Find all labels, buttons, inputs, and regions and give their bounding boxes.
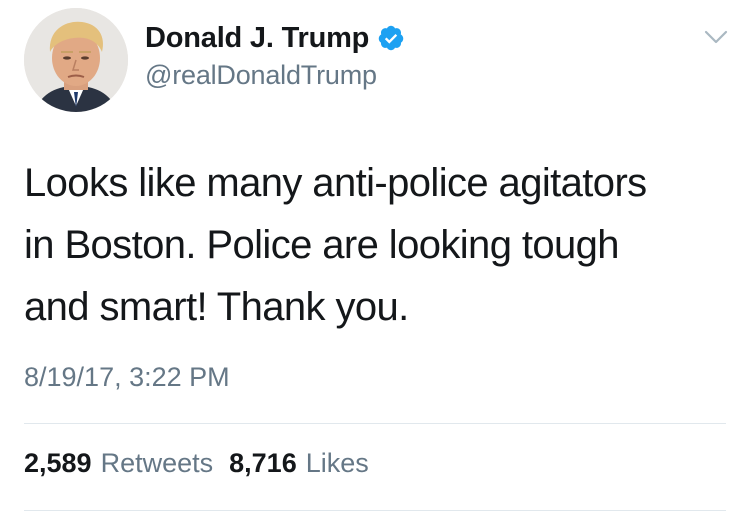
retweets-count: 2,589 bbox=[24, 448, 92, 478]
handle[interactable]: @realDonaldTrump bbox=[145, 60, 405, 91]
retweets-label: Retweets bbox=[100, 448, 214, 478]
tweet-header: Donald J. Trump @realDonaldTrump bbox=[145, 18, 405, 91]
verified-badge-icon bbox=[377, 24, 405, 52]
retweets-stat[interactable]: 2,589 Retweets bbox=[24, 448, 213, 479]
likes-label: Likes bbox=[305, 448, 369, 478]
avatar-photo bbox=[24, 8, 128, 112]
divider bbox=[24, 423, 726, 424]
divider bbox=[24, 510, 726, 511]
avatar[interactable] bbox=[24, 8, 128, 112]
tweet-stats: 2,589 Retweets 8,716 Likes bbox=[24, 448, 385, 479]
name-row: Donald J. Trump bbox=[145, 18, 405, 58]
tweet-card: Donald J. Trump @realDonaldTrump Looks l… bbox=[0, 0, 750, 523]
display-name[interactable]: Donald J. Trump bbox=[145, 22, 369, 55]
likes-count: 8,716 bbox=[229, 448, 297, 478]
likes-stat[interactable]: 8,716 Likes bbox=[229, 448, 369, 479]
tweet-text: Looks like many anti-police agitators in… bbox=[24, 161, 647, 329]
timestamp[interactable]: 8/19/17, 3:22 PM bbox=[24, 362, 230, 393]
chevron-down-icon[interactable] bbox=[700, 26, 732, 48]
